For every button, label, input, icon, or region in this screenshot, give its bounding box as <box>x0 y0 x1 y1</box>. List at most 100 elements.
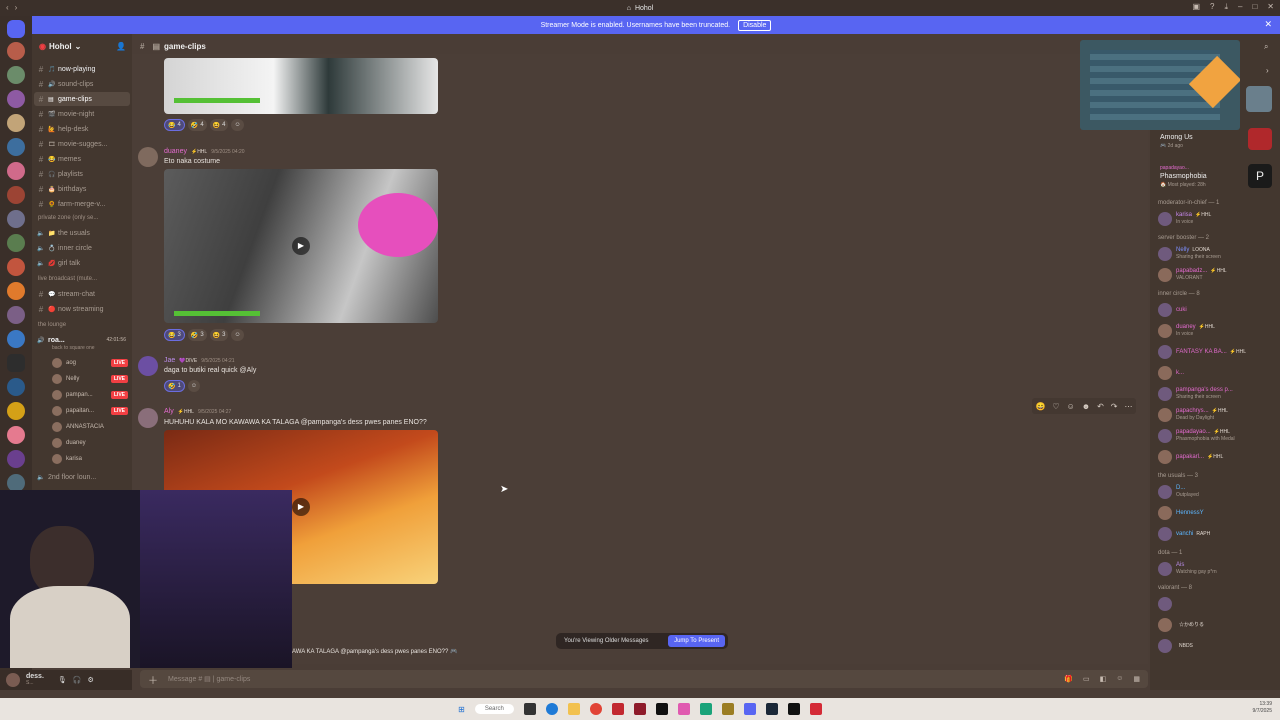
disable-button[interactable]: Disable <box>738 19 772 31</box>
jump-to-present-button[interactable]: Jump To Present <box>668 635 725 647</box>
member-item[interactable]: papachrys... ⚡HHL Dead by Daylight <box>1158 406 1276 424</box>
gif-icon[interactable]: ▭ <box>1083 675 1090 683</box>
system-clock[interactable]: 13:39 9/7/2025 <box>1253 701 1272 715</box>
taskbar-search[interactable]: Search <box>474 704 514 714</box>
voice-channel-item[interactable]: 🔈 📁 the usuals <box>34 226 130 240</box>
server-icon[interactable] <box>7 282 25 300</box>
voice-channel-item[interactable]: 🔈 💍 inner circle <box>34 241 130 255</box>
channel-item[interactable]: # 🎞 movie-sugges... <box>34 137 130 151</box>
member-item[interactable]: cuki <box>1158 301 1276 319</box>
channel-item[interactable]: # 🙋 help-desk <box>34 122 130 136</box>
more-icon[interactable]: ⋯ <box>1124 402 1132 411</box>
voice-user[interactable]: duaney <box>52 436 132 450</box>
play-icon[interactable]: ▶ <box>292 498 310 516</box>
channel-item[interactable]: # 🎬 movie-night <box>34 107 130 121</box>
game-preview-thumbnail[interactable] <box>1080 40 1240 130</box>
reaction-pill[interactable]: 😂 4 <box>164 119 185 131</box>
maximize-icon[interactable]: □ <box>1252 2 1257 12</box>
author-name[interactable]: Jae <box>164 357 175 364</box>
file-explorer-icon[interactable] <box>567 703 580 715</box>
inbox-icon[interactable]: ▣ <box>1192 2 1200 12</box>
channel-item[interactable]: # 🌻 farm-merge-v... <box>34 197 130 211</box>
close-window-icon[interactable]: ✕ <box>1267 2 1274 12</box>
category-header[interactable]: live broadcast (mute... <box>38 276 97 282</box>
reaction-pill[interactable]: 😂 3 <box>164 329 185 341</box>
start-icon[interactable]: ⊞ <box>458 705 465 714</box>
server-icon[interactable] <box>7 186 25 204</box>
voice-user[interactable]: ANNASTACIA <box>52 420 132 434</box>
member-item[interactable]: papadayao... ⚡HHL Phasmophobia with Medal <box>1158 427 1276 445</box>
server-icon[interactable] <box>7 258 25 276</box>
edge-icon[interactable] <box>545 703 558 715</box>
add-reaction-icon[interactable]: ☺ <box>231 329 244 341</box>
message-composer[interactable]: ＋ Message # ▤ | game-clips 🎁 ▭ ◧ ☺ ▦ <box>140 670 1148 688</box>
app-icon[interactable] <box>611 703 624 715</box>
reaction-pill[interactable]: 😆 4 <box>209 119 229 131</box>
task-view-icon[interactable] <box>523 703 536 715</box>
voice-user[interactable]: pampan... LIVE <box>52 388 132 402</box>
reaction-pill[interactable]: 😆 3 <box>209 329 229 341</box>
channel-item[interactable]: # 🔴 now streaming <box>34 302 130 316</box>
channel-item[interactable]: # 😂 memes <box>34 152 130 166</box>
member-item[interactable]: papakarl... ⚡HHL <box>1158 448 1276 466</box>
sticker-icon[interactable]: ◧ <box>1100 675 1107 683</box>
avatar[interactable] <box>138 147 158 167</box>
avatar[interactable] <box>138 356 158 376</box>
avatar[interactable] <box>6 673 20 687</box>
activity-user[interactable]: papadayao... <box>1160 165 1189 171</box>
chrome-icon[interactable] <box>589 703 602 715</box>
member-item[interactable]: pampanga's dess p... Sharing their screen <box>1158 385 1276 403</box>
reaction-pill[interactable]: 🤣 1 <box>164 380 185 392</box>
channel-item[interactable]: # 🎵 now-playing <box>34 62 130 76</box>
server-icon[interactable] <box>7 114 25 132</box>
sticker-icon[interactable]: ☺ <box>1067 402 1075 411</box>
app-icon[interactable] <box>655 703 668 715</box>
server-icon[interactable] <box>7 354 25 372</box>
server-icon[interactable] <box>7 378 25 396</box>
member-item[interactable]: Ais Watching gay p*rn <box>1158 560 1276 578</box>
author-name[interactable]: duaney <box>164 148 187 155</box>
category-header[interactable]: private zone (only se... <box>38 215 98 221</box>
app-icon[interactable] <box>699 703 712 715</box>
member-item[interactable]: papabadz... ⚡HHL VALORANT <box>1158 266 1276 284</box>
app-icon[interactable] <box>633 703 646 715</box>
message-input[interactable]: Message # ▤ | game-clips <box>168 675 250 683</box>
member-item[interactable]: karisa ⚡HHL In voice <box>1158 210 1276 228</box>
mic-icon[interactable]: 🎙 <box>58 676 67 684</box>
apps-icon[interactable]: ▦ <box>1133 675 1140 683</box>
channel-item[interactable]: # 🎧 playlists <box>34 167 130 181</box>
member-item[interactable]: D... Outplayed <box>1158 483 1276 501</box>
voice-channel-item[interactable]: 🔈 💋 girl talk <box>34 256 130 270</box>
forward-icon[interactable]: › <box>15 3 18 12</box>
app-icon[interactable] <box>721 703 734 715</box>
voice-channel-item[interactable]: 🔈 2nd floor loun... <box>34 470 130 484</box>
server-icon[interactable] <box>7 138 25 156</box>
avatar[interactable] <box>138 408 158 428</box>
game-clip-thumbnail[interactable] <box>164 58 438 114</box>
member-item[interactable]: Nelly LOONA Sharing their screen <box>1158 245 1276 263</box>
help-icon[interactable]: ? <box>1210 2 1214 12</box>
member-item[interactable]: FANTASY KA BA... ⚡HHL <box>1158 343 1276 361</box>
voice-user[interactable]: karisa <box>52 452 132 466</box>
home-server-icon[interactable] <box>7 20 25 38</box>
server-icon[interactable] <box>7 330 25 348</box>
member-item[interactable]: ☆かめりる <box>1158 616 1276 634</box>
author-name[interactable]: Aly <box>164 408 174 415</box>
app-icon[interactable] <box>787 703 800 715</box>
search-icon[interactable]: ⌕ <box>1264 42 1268 52</box>
server-icon[interactable] <box>7 66 25 84</box>
emoji-icon[interactable]: ☺ <box>1116 675 1123 683</box>
video-thumbnail[interactable]: ▶ <box>164 169 438 323</box>
member-item[interactable]: k... <box>1158 364 1276 382</box>
member-item[interactable]: NBDS <box>1158 637 1276 655</box>
voice-user[interactable]: aog LIVE <box>52 356 132 370</box>
member-item[interactable]: HennessY <box>1158 504 1276 522</box>
play-icon[interactable]: ▶ <box>292 237 310 255</box>
member-item[interactable] <box>1158 595 1276 613</box>
add-reaction-icon[interactable]: ☺ <box>187 380 200 392</box>
guild-header[interactable]: ◉ Hohol ⌄ 👤 <box>32 38 132 54</box>
reaction-pill[interactable]: 🤣 4 <box>187 119 207 131</box>
server-icon[interactable] <box>7 162 25 180</box>
server-icon[interactable] <box>7 210 25 228</box>
channel-item[interactable]: # ▤ game-clips <box>34 92 130 106</box>
